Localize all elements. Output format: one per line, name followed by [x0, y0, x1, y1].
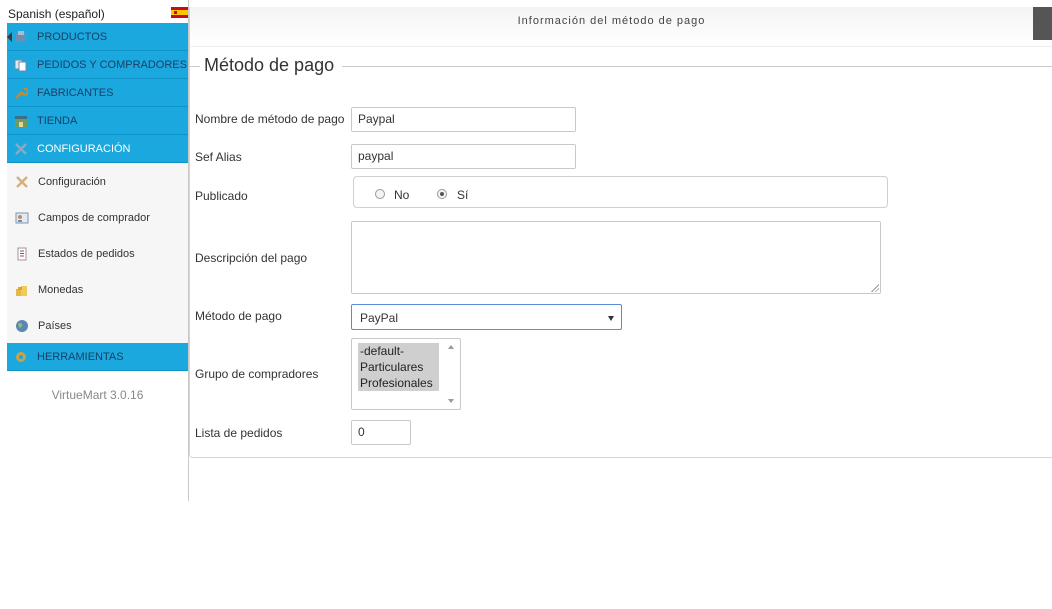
menu-item-label: HERRAMIENTAS — [37, 351, 124, 363]
name-input[interactable]: Paypal — [351, 107, 576, 132]
sub-item-monedas[interactable]: Monedas — [7, 271, 188, 307]
sef-alias-label: Sef Alias — [195, 150, 242, 164]
order-list-input[interactable]: 0 — [351, 420, 411, 445]
scroll-up-icon[interactable] — [448, 345, 454, 349]
sub-item-label: Países — [38, 320, 72, 332]
language-label[interactable]: Spanish (español) — [8, 7, 105, 21]
payment-method-panel: Información del método de pago Método de… — [189, 7, 1052, 458]
header-scrollbar[interactable] — [1033, 7, 1052, 40]
panel-header: Información del método de pago — [190, 7, 1052, 47]
store-icon — [15, 116, 27, 127]
shopper-fields-icon — [15, 212, 29, 224]
multiselect-scrollbar[interactable] — [442, 339, 460, 409]
config-submenu: Configuración Campos de comprador Estado… — [7, 163, 188, 343]
sub-item-label: Monedas — [38, 284, 84, 296]
tools-icon — [16, 352, 26, 362]
shopper-group-option[interactable]: Profesionales — [358, 375, 439, 391]
sidebar: Spanish (español) PRODUCTOS PEDIDOS Y CO… — [0, 0, 189, 501]
menu-item-label: CONFIGURACIÓN — [37, 143, 131, 155]
published-yes-radio[interactable] — [437, 189, 447, 199]
description-textarea[interactable] — [351, 221, 881, 294]
published-radio-group: No Sí — [353, 176, 888, 208]
version-label: VirtueMart 3.0.16 — [51, 388, 144, 402]
chevron-down-icon — [608, 316, 614, 321]
main-menu: PRODUCTOS PEDIDOS Y COMPRADORES FABRICAN… — [7, 23, 188, 371]
fieldset-legend: Método de pago — [190, 55, 1052, 79]
sef-alias-input[interactable]: paypal — [351, 144, 576, 169]
shopper-group-multiselect[interactable]: -default- Particulares Profesionales — [351, 338, 461, 410]
payment-method-select[interactable]: PayPal — [351, 304, 622, 330]
payment-method-value: PayPal — [360, 311, 399, 325]
language-selector[interactable]: Spanish (español) — [0, 0, 189, 23]
sub-item-label: Configuración — [38, 176, 106, 188]
sub-item-campos-comprador[interactable]: Campos de comprador — [7, 199, 188, 235]
shopper-group-option[interactable]: Particulares — [358, 359, 439, 375]
resize-grip-icon[interactable] — [871, 284, 879, 292]
sub-item-label: Estados de pedidos — [38, 248, 135, 260]
globe-icon — [16, 320, 28, 332]
sub-item-paises[interactable]: Países — [7, 307, 188, 343]
spain-flag-icon[interactable] — [171, 7, 188, 18]
published-label: Publicado — [195, 189, 248, 203]
orders-icon — [14, 59, 27, 72]
sub-item-estados-pedidos[interactable]: Estados de pedidos — [7, 235, 188, 271]
wrench-icon — [15, 87, 28, 99]
menu-item-configuracion[interactable]: CONFIGURACIÓN — [7, 135, 188, 163]
config-icon — [15, 143, 27, 155]
configuration-icon — [16, 176, 28, 188]
menu-item-productos[interactable]: PRODUCTOS — [7, 23, 188, 51]
legend-title: Método de pago — [204, 55, 335, 75]
shopper-group-label: Grupo de compradores — [195, 367, 319, 381]
order-list-label: Lista de pedidos — [195, 426, 283, 440]
published-no-radio[interactable] — [375, 189, 385, 199]
shopper-group-option[interactable]: -default- — [358, 343, 439, 359]
panel-title: Información del método de pago — [517, 15, 706, 27]
menu-item-tienda[interactable]: TIENDA — [7, 107, 188, 135]
sub-item-label: Campos de comprador — [38, 212, 150, 224]
menu-item-label: PEDIDOS Y COMPRADORES — [37, 59, 187, 71]
products-icon — [16, 31, 26, 42]
menu-item-herramientas[interactable]: HERRAMIENTAS — [7, 343, 188, 371]
payment-method-label: Método de pago — [195, 309, 282, 323]
order-status-icon — [17, 247, 27, 261]
menu-item-fabricantes[interactable]: FABRICANTES — [7, 79, 188, 107]
sub-item-configuracion[interactable]: Configuración — [7, 163, 188, 199]
published-yes-label[interactable]: Sí — [457, 188, 468, 202]
menu-item-label: FABRICANTES — [37, 87, 114, 99]
currencies-icon — [16, 286, 27, 296]
collapse-arrow-icon[interactable] — [7, 32, 12, 42]
description-label: Descripción del pago — [195, 251, 308, 265]
scroll-down-icon[interactable] — [448, 399, 454, 403]
menu-item-label: TIENDA — [37, 115, 78, 127]
name-label: Nombre de método de pago — [195, 112, 345, 126]
menu-item-label: PRODUCTOS — [37, 31, 108, 43]
menu-item-pedidos[interactable]: PEDIDOS Y COMPRADORES — [7, 51, 188, 79]
published-no-label[interactable]: No — [394, 188, 409, 202]
